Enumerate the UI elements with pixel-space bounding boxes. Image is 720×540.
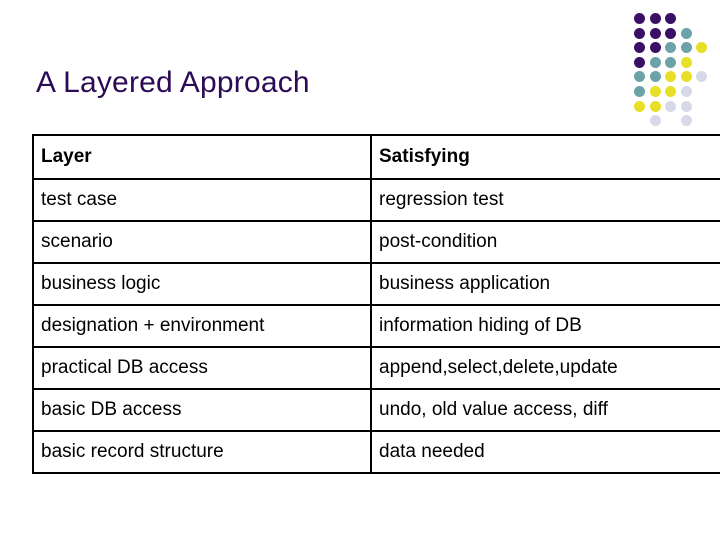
table-header-row: Layer Satisfying [32, 134, 720, 180]
decorative-dot [649, 27, 661, 39]
decorative-dot [634, 42, 645, 54]
cell-layer: practical DB access [32, 346, 372, 390]
decorative-dot [634, 13, 645, 24]
decorative-dot [665, 71, 676, 83]
decorative-dot [634, 27, 645, 39]
cell-layer: test case [32, 178, 372, 222]
table-row: practical DB access append,select,delete,… [32, 346, 720, 390]
table-row: basic record structure data needed [32, 430, 720, 474]
decorative-dot [665, 27, 676, 39]
decorative-dot [665, 56, 676, 68]
decorative-dot [665, 42, 676, 54]
column-header-satisfying: Satisfying [370, 134, 720, 180]
cell-satisfying: data needed [370, 430, 720, 474]
decorative-dot [680, 86, 692, 97]
cell-satisfying: information hiding of DB [370, 304, 720, 348]
decorative-dot [634, 100, 645, 112]
decorative-dot [680, 42, 692, 54]
table-row: designation + environment information hid… [32, 304, 720, 348]
cell-satisfying: undo, old value access, diff [370, 388, 720, 432]
decorative-dot [649, 42, 661, 54]
decorative-dot [665, 86, 676, 97]
page-title: A Layered Approach [36, 66, 310, 99]
decorative-dot [680, 56, 692, 68]
decorative-dot [634, 86, 645, 97]
decorative-dot [665, 100, 676, 112]
table-header: Layer Satisfying [32, 134, 720, 180]
table-row: test case regression test [32, 178, 720, 222]
dot-grid [634, 13, 712, 131]
decorative-dot [649, 56, 661, 68]
decorative-dot [649, 71, 661, 83]
column-header-layer: Layer [32, 134, 372, 180]
table-row: basic DB access undo, old value access, d… [32, 388, 720, 432]
decorative-dot [649, 86, 661, 97]
cell-layer: business logic [32, 262, 372, 306]
decorative-dot [649, 100, 661, 112]
decorative-dot [649, 13, 661, 24]
decorative-dot-motif [620, 8, 712, 132]
table-row: scenario post-condition [32, 220, 720, 264]
cell-satisfying: business application [370, 262, 720, 306]
cell-satisfying: post-condition [370, 220, 720, 264]
table-row: business logic business application [32, 262, 720, 306]
decorative-dot [665, 13, 676, 24]
cell-satisfying: append,select,delete,update [370, 346, 720, 390]
cell-layer: basic record structure [32, 430, 372, 474]
decorative-dot [680, 71, 692, 83]
cell-satisfying: regression test [370, 178, 720, 222]
decorative-dot [649, 115, 661, 127]
decorative-dot [696, 71, 707, 83]
cell-layer: scenario [32, 220, 372, 264]
decorative-dot [680, 115, 692, 127]
decorative-dot [680, 27, 692, 39]
decorative-dot [634, 71, 645, 83]
decorative-dot [634, 56, 645, 68]
decorative-dot [696, 42, 707, 54]
decorative-dot [680, 100, 692, 112]
layer-mapping-table: Layer Satisfying test case regression tes… [32, 134, 720, 474]
table-body: test case regression test scenario post-con… [32, 178, 720, 474]
cell-layer: designation + environment [32, 304, 372, 348]
cell-layer: basic DB access [32, 388, 372, 432]
